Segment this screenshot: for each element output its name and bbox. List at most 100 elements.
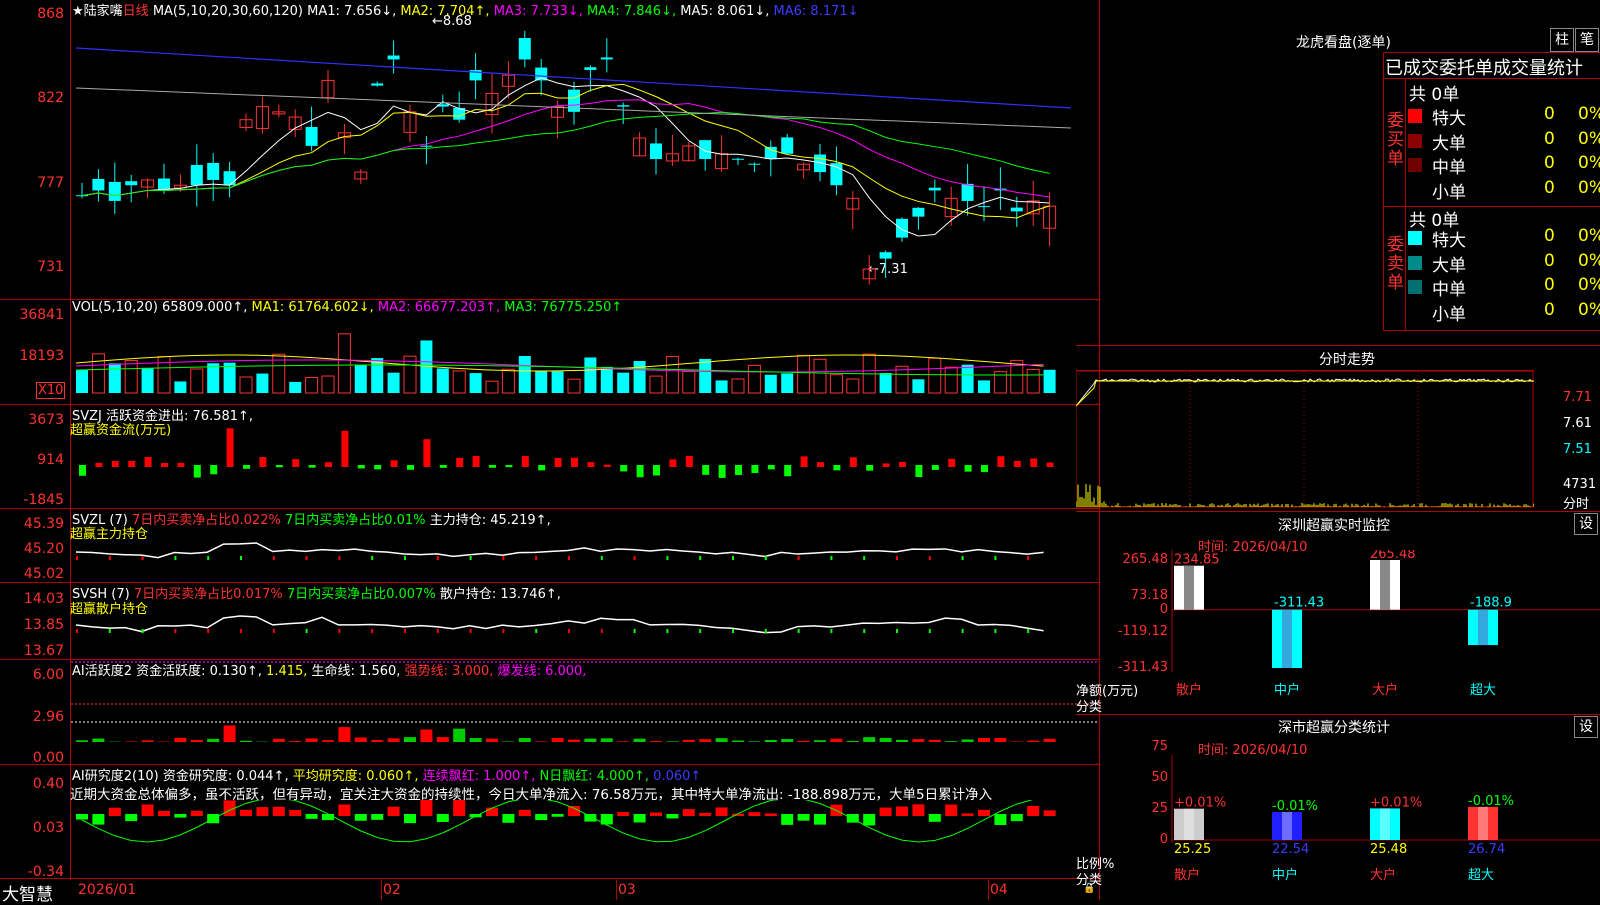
activity-bar [929,740,941,742]
flow-bar [95,463,102,467]
legend-swatch [1408,183,1422,197]
research-bar [109,808,121,816]
retail-position-line-tick [634,629,636,633]
flow-bar [309,465,316,468]
ai-active-chart[interactable] [71,660,1099,764]
flow-bar [932,465,939,470]
date-label: 04 [990,882,1008,898]
svzj-chart[interactable] [71,405,1099,508]
flow-bar [456,458,463,467]
activity-bar [584,739,596,742]
order-size-label: 小单 [1432,300,1466,325]
candle-body [125,181,137,185]
volume-bar [142,368,154,393]
research-bar [125,814,137,821]
research-bar [76,814,88,820]
classify-category: 散户 [1174,867,1200,883]
activity-bar [191,740,203,742]
activity-bar [388,738,400,742]
retail-position-line-tick [437,629,439,633]
legend-swatch [1408,231,1422,245]
ai-research-avg: 平均研究度: 0.060↑, [293,769,419,784]
classify-bar-shade [1478,807,1488,840]
order-percent: 0% [1578,275,1600,295]
vol-ma-line [76,355,1044,371]
date-tick [381,880,382,900]
flow-bar [177,463,184,467]
main-position-line-tick [437,556,439,560]
monitor-bar-chart[interactable]: 234.85散户-311.43中户265.48大户-188.9超大 [1100,550,1600,710]
order-size-label: 特大 [1432,104,1466,129]
flow-bar [194,465,201,478]
volume-bar [552,371,564,393]
flow-bar [915,465,922,477]
svsh-chart[interactable] [71,583,1099,659]
volume-bar [240,377,252,393]
flow-bar [440,465,447,468]
candle-body [765,147,777,159]
volume-bar [486,381,498,393]
monitor-settings-button[interactable]: 设 [1574,513,1598,535]
ai-active-y-label: 6.00 [0,667,64,683]
flow-bar [79,465,86,476]
volume-chart[interactable] [71,318,1099,403]
candle-body [420,146,432,147]
intraday-y-label: 7.71 [1563,390,1592,405]
candle-body [388,55,400,59]
classify-category: 大户 [1370,867,1396,883]
ai-research-chart[interactable] [71,800,1099,878]
tick-mode-button[interactable]: 笔 [1575,28,1599,52]
activity-bar [994,738,1006,742]
order-size-label: 大单 [1432,251,1466,276]
main-position-line-tick [109,556,111,560]
activity-bar [207,739,219,742]
classify-change-label: +0.01% [1370,795,1422,810]
candle-body [191,165,203,185]
retail-position-line-tick [470,629,472,633]
main-position-line-tick [732,556,734,560]
volume-bar [76,370,88,393]
flow-bar [997,456,1004,467]
intraday-chart[interactable] [1076,371,1534,508]
chart-area[interactable]: ★陆家嘴日线 MA(5,10,20,30,60,120) MA1: 7.656↓… [0,0,1100,900]
research-bar [388,807,400,816]
candle-body [978,206,990,207]
intraday-title: 分时走势 [1319,349,1375,369]
volume-bar [1044,370,1056,393]
right-sidebar: 龙虎看盘(逐单) 柱 笔 已成交委托单成交量统计 委买单 委卖单 共 0单 共 … [1100,0,1600,900]
activity-bar [322,740,334,742]
main-position-line-tick [174,556,176,560]
activity-bar [552,738,564,742]
legend-swatch [1408,158,1422,172]
activity-bar [650,741,662,742]
classify-settings-button[interactable]: 设 [1574,716,1598,738]
order-percent: 0% [1578,153,1600,173]
volume-bar [322,376,334,393]
research-bar [617,812,629,816]
flow-bar [210,465,217,474]
research-bar [158,811,170,816]
candlestick-chart[interactable] [71,18,1099,298]
volume-bar [781,373,793,393]
svzl-chart[interactable] [71,509,1099,582]
volume-bar [699,359,711,393]
retail-position-line-tick [896,629,898,633]
research-bar [945,804,957,816]
research-bar [338,804,350,816]
divider [1383,78,1600,79]
flow-bar [883,463,890,467]
classify-bar-chart[interactable]: +0.01%25.25散户-0.01%22.54中户+0.01%25.48大户-… [1100,755,1600,900]
bar-mode-button[interactable]: 柱 [1550,28,1574,52]
dragon-title: 龙虎看盘(逐单) [1296,32,1391,52]
classify-title: 深市超赢分类统计 [1278,717,1390,737]
flow-bar [587,462,594,467]
flow-bar [653,465,660,475]
research-bar [453,800,465,816]
order-percent: 0% [1578,104,1600,124]
period-label[interactable]: 日线 [123,4,149,19]
moving-average-line [82,84,1050,218]
flow-bar [489,465,496,468]
research-bar [765,813,777,816]
svzj-y-label: 914 [0,452,64,468]
flow-bar [325,462,332,467]
